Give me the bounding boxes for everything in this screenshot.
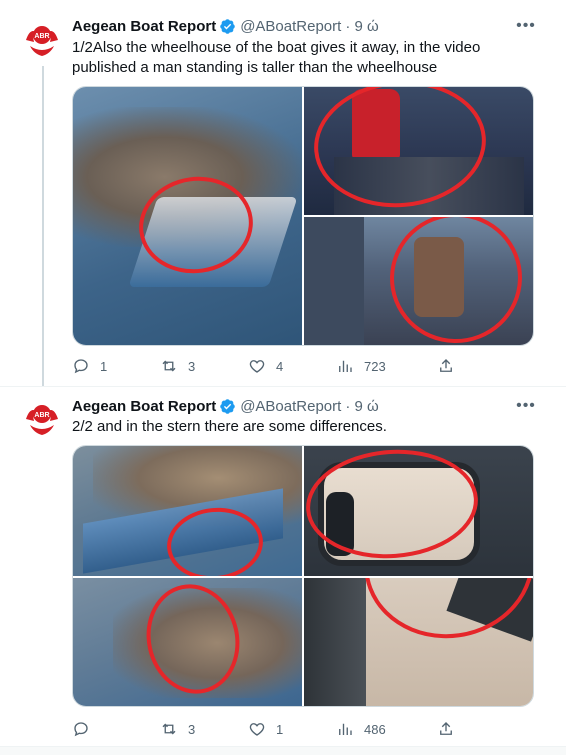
author-handle[interactable]: @ABoatReport [240, 18, 341, 35]
media-grid [72, 445, 534, 707]
verified-badge-icon [219, 18, 236, 35]
like-icon [249, 360, 265, 373]
like-icon [249, 723, 265, 736]
photo-person-left [304, 217, 364, 345]
tweet-text: 1/2Also the wheelhouse of the boat gives… [72, 39, 481, 76]
tweet-text: 2/2 and in the stern there are some diff… [72, 418, 387, 435]
media-grid [72, 86, 534, 346]
photo-2[interactable] [304, 87, 533, 215]
avatar[interactable]: ABR [22, 397, 62, 437]
repost-button[interactable]: 3 [160, 719, 195, 739]
verified-badge-icon [219, 398, 236, 415]
reply-count: 1 [100, 358, 108, 374]
highlight-circle [379, 217, 533, 345]
share-button[interactable] [437, 356, 455, 376]
action-bar: 1 3 4 723 [72, 356, 534, 376]
photo-4[interactable] [304, 578, 533, 706]
reply-icon [74, 722, 88, 737]
tweet-1[interactable]: ABR Aegean Boat Report @ABoatReport · 9 … [0, 0, 566, 396]
avatar-logo-text: ABR [34, 33, 49, 40]
tweet-header: Aegean Boat Report @ABoatReport · 9 ώ [72, 396, 379, 416]
views-button[interactable]: 486 [336, 719, 386, 739]
author-name[interactable]: Aegean Boat Report [72, 398, 216, 415]
photo-frame-left [304, 578, 366, 706]
timestamp[interactable]: · 9 ώ [345, 398, 378, 415]
reply-icon [74, 359, 88, 374]
action-bar: 3 1 486 [72, 719, 534, 739]
tweet-header: Aegean Boat Report @ABoatReport · 9 ώ [72, 16, 379, 36]
photo-3[interactable] [73, 578, 302, 706]
tweet-2[interactable]: ABR Aegean Boat Report @ABoatReport · 9 … [0, 386, 566, 747]
views-button[interactable]: 723 [336, 356, 386, 376]
like-button[interactable]: 1 [248, 719, 283, 739]
timestamp[interactable]: · 9 ώ [345, 18, 378, 35]
share-icon [440, 722, 452, 735]
thread-connector-line [42, 66, 44, 396]
repost-count: 3 [188, 721, 196, 737]
photo-3[interactable] [304, 217, 533, 345]
repost-button[interactable]: 3 [160, 356, 195, 376]
like-button[interactable]: 4 [248, 356, 283, 376]
photo-1[interactable] [73, 446, 302, 576]
more-icon[interactable]: ••• [515, 18, 537, 40]
like-count: 4 [276, 358, 284, 374]
repost-count: 3 [188, 358, 196, 374]
share-button[interactable] [437, 719, 455, 739]
views-count: 723 [364, 358, 386, 374]
reply-button[interactable]: 1 [72, 356, 107, 376]
like-count: 1 [276, 721, 284, 737]
author-handle[interactable]: @ABoatReport [240, 398, 341, 415]
author-name[interactable]: Aegean Boat Report [72, 18, 216, 35]
repost-icon [162, 723, 176, 735]
share-icon [440, 359, 452, 372]
views-icon [339, 723, 352, 735]
photo-2[interactable] [304, 446, 533, 576]
views-count: 486 [364, 721, 386, 737]
highlight-circle [354, 578, 533, 650]
avatar-logo-text: ABR [34, 412, 49, 419]
avatar[interactable]: ABR [22, 18, 62, 58]
views-icon [339, 360, 352, 372]
photo-1[interactable] [73, 87, 302, 345]
repost-icon [162, 360, 176, 372]
reply-button[interactable] [72, 719, 90, 739]
